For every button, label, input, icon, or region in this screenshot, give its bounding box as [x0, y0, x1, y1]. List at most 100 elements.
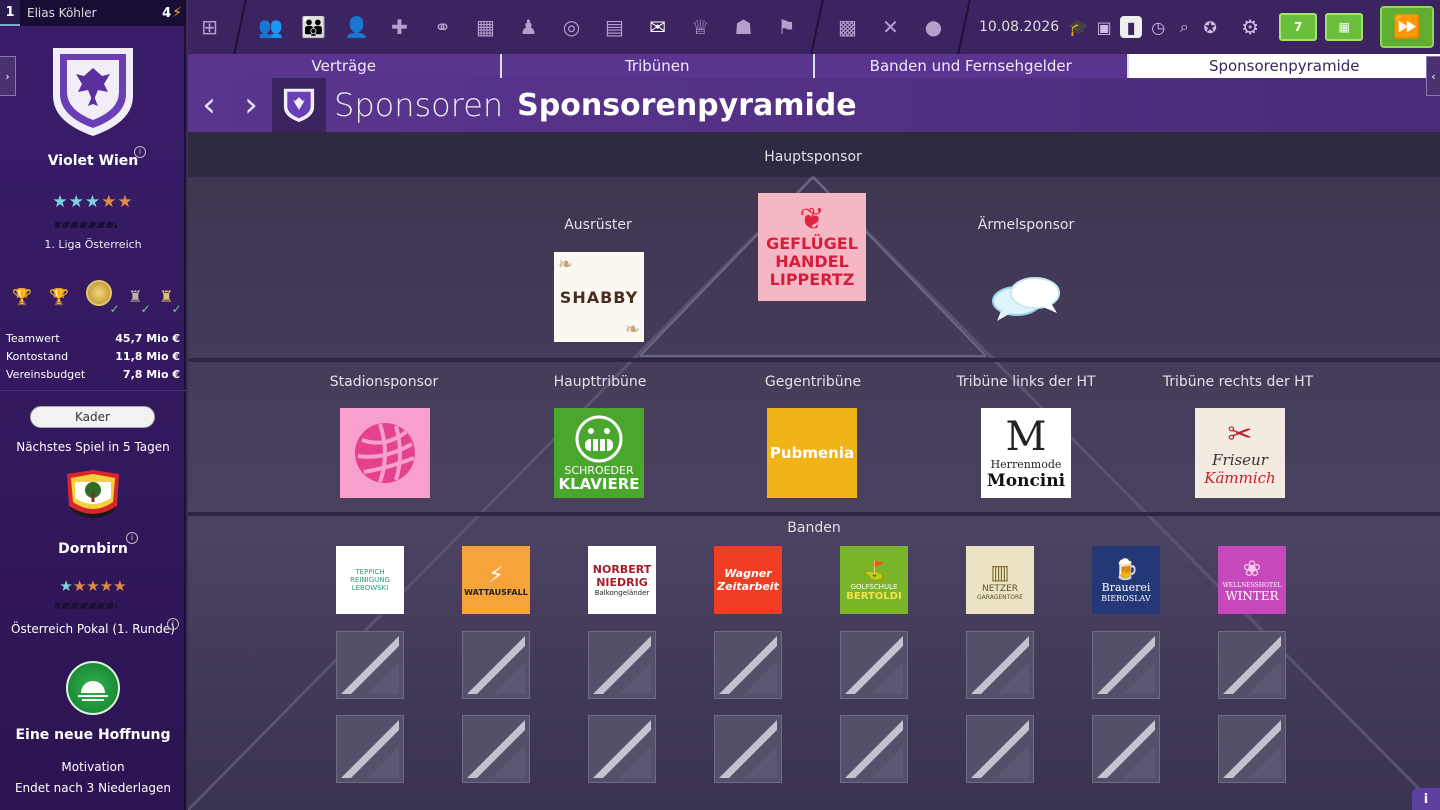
- empty-bande-slot[interactable]: [840, 631, 908, 699]
- staff-icon[interactable]: ♟: [507, 0, 550, 54]
- empty-bande-slot[interactable]: [1092, 631, 1160, 699]
- finance-row: Vereinsbudget 7,8 Mio €: [6, 365, 180, 383]
- calendar-day-button[interactable]: 7: [1279, 13, 1318, 41]
- gegentribuene-logo[interactable]: Pubmenia: [767, 408, 857, 498]
- bande-logo-7[interactable]: 🍺 Brauerei BIEROSLAV: [1092, 546, 1160, 614]
- empty-bande-slot[interactable]: [588, 715, 656, 783]
- right-panel-tab[interactable]: ‹: [1426, 56, 1440, 96]
- empty-bande-slot[interactable]: [966, 715, 1034, 783]
- finance-icon[interactable]: ▤: [593, 0, 636, 54]
- cup-icon: ♜ ✓: [159, 287, 182, 316]
- empty-bande-slot[interactable]: [336, 631, 404, 699]
- bande-logo-8[interactable]: ❀ WELLNESSHOTEL WINTER: [1218, 546, 1286, 614]
- star-icon: ★: [113, 577, 127, 595]
- empty-bande-slot[interactable]: [462, 631, 530, 699]
- empty-bande-slot[interactable]: [840, 715, 908, 783]
- opponent-crest[interactable]: [63, 468, 123, 524]
- medical-icon[interactable]: ✚: [378, 0, 421, 54]
- empty-slot-icon: [1223, 636, 1281, 694]
- ausruester-logo[interactable]: ❧ ❧ SHABBY: [554, 252, 644, 342]
- gear-icon[interactable]: ⚙: [1237, 15, 1263, 39]
- press-icon[interactable]: ☗: [722, 0, 765, 54]
- tab-tribuenen[interactable]: Tribünen: [502, 54, 815, 78]
- tactics-icon[interactable]: ✕: [869, 0, 912, 54]
- opponent-name[interactable]: Dornbirn: [0, 541, 186, 557]
- empty-bande-slot[interactable]: [714, 715, 782, 783]
- player-icon[interactable]: 👤: [335, 0, 378, 54]
- star-icon: ★: [101, 192, 118, 212]
- team-icon[interactable]: 👥: [249, 0, 292, 54]
- haupttribuene-logo[interactable]: SCHROEDER KLAVIERE: [554, 408, 644, 498]
- merchandise-icon[interactable]: ♕: [679, 0, 722, 54]
- empty-slot-icon: [467, 636, 525, 694]
- sponsor-text: Brauerei: [1101, 581, 1151, 594]
- tribuene-rechts-logo[interactable]: ✂ Friseur Kämmich: [1195, 408, 1285, 498]
- tactics-board-icon[interactable]: ▩: [826, 0, 869, 54]
- coach-icon[interactable]: ●: [912, 0, 955, 54]
- morale-title: Eine neue Hoffnung: [15, 727, 171, 743]
- opponent-info-icon[interactable]: i: [126, 532, 138, 544]
- sponsor-text: WINTER: [1225, 589, 1279, 603]
- calendar-icon[interactable]: ▦: [464, 0, 507, 54]
- board-icon[interactable]: ▣: [1091, 18, 1117, 37]
- empty-bande-slot[interactable]: [1092, 715, 1160, 783]
- finance-label: Teamwert: [6, 331, 60, 345]
- tab-banden[interactable]: Banden und Fernsehgelder: [815, 54, 1129, 78]
- club-crest[interactable]: [48, 44, 138, 138]
- stadionsponsor-logo[interactable]: [340, 408, 430, 498]
- club-name[interactable]: Violet Wien: [0, 153, 186, 169]
- bande-logo-3[interactable]: NORBERT NIEDRIG Balkongeländer: [588, 546, 656, 614]
- sidebar-collapse-tab[interactable]: ›: [0, 56, 16, 96]
- statistics-icon[interactable]: ▮: [1120, 16, 1143, 38]
- search-icon[interactable]: ⌕: [1171, 17, 1197, 37]
- info-icon[interactable]: i: [1412, 788, 1440, 810]
- sponsor-pyramid: Hauptsponsor Ausrüster Ärmelsponsor ❦ GE…: [188, 132, 1440, 810]
- bande-logo-2[interactable]: ⚡ WATTAUSFALL: [462, 546, 530, 614]
- empty-slot-icon: [845, 636, 903, 694]
- desk-icon[interactable]: ⊞: [188, 0, 231, 54]
- empty-bande-slot[interactable]: [588, 631, 656, 699]
- forward-arrow-icon[interactable]: ›: [230, 78, 272, 132]
- tribuene-links-logo[interactable]: M Herrenmode Moncini: [981, 408, 1071, 498]
- stadium-icon[interactable]: ◎: [550, 0, 593, 54]
- squad-icon[interactable]: 👪: [292, 0, 335, 54]
- stopwatch-icon[interactable]: ◷: [1145, 18, 1171, 37]
- tab-sponsorenpyramide[interactable]: Sponsorenpyramide: [1128, 54, 1440, 78]
- tab-vertraege[interactable]: Verträge: [188, 54, 502, 78]
- manager-bar[interactable]: 1 Elias Köhler 4 ⚡: [0, 0, 186, 26]
- header-club-crest[interactable]: [272, 78, 326, 132]
- achievement-icon[interactable]: ✪: [1197, 18, 1223, 37]
- empty-slot-icon: [971, 636, 1029, 694]
- yarn-ball-icon: [355, 423, 415, 483]
- sponsor-text: NORBERT: [592, 563, 652, 576]
- competition-info-icon[interactable]: i: [167, 618, 179, 630]
- training-icon[interactable]: ⚑: [765, 0, 808, 54]
- empty-bande-slot[interactable]: [462, 715, 530, 783]
- empty-bande-slot[interactable]: [714, 631, 782, 699]
- trophy-row: 🏆 🏆 ✓ ♜ ✓ ♜ ✓: [0, 280, 186, 316]
- bande-logo-1[interactable]: TEPPICH REINIGUNG LEBOWSKI: [336, 546, 404, 614]
- empty-bande-slot[interactable]: [1218, 715, 1286, 783]
- aermelsponsor-empty-slot[interactable]: [982, 252, 1072, 342]
- energy-counter: 4 ⚡: [162, 5, 186, 21]
- back-arrow-icon[interactable]: ‹: [188, 78, 230, 132]
- calendar-month-button[interactable]: ▦: [1325, 13, 1364, 41]
- empty-bande-slot[interactable]: [966, 631, 1034, 699]
- sponsor-icon[interactable]: ✉: [636, 0, 679, 54]
- hauptsponsor-logo[interactable]: ❦ GEFLÜGEL HANDEL LIPPERTZ: [758, 193, 866, 301]
- medal-icon: ✓: [85, 280, 120, 316]
- club-info-icon[interactable]: i: [134, 146, 146, 158]
- sponsor-text: Zeitarbeit: [717, 580, 779, 593]
- ausruester-label: Ausrüster: [564, 217, 632, 233]
- bande-logo-5[interactable]: ⛳ GOLFSCHULE BERTOLDI: [840, 546, 908, 614]
- bande-logo-6[interactable]: ▥ NETZER GARAGENTORE: [966, 546, 1034, 614]
- scouting-icon[interactable]: ⚭: [421, 0, 464, 54]
- sunrise-icon[interactable]: [66, 661, 120, 715]
- graduation-icon[interactable]: 🎓: [1065, 18, 1091, 37]
- kader-button[interactable]: Kader: [30, 406, 155, 428]
- sponsor-text: REINIGUNG: [350, 576, 390, 584]
- empty-bande-slot[interactable]: [1218, 631, 1286, 699]
- continue-button[interactable]: ⏩: [1380, 6, 1434, 48]
- empty-bande-slot[interactable]: [336, 715, 404, 783]
- bande-logo-4[interactable]: Wagner Zeitarbeit: [714, 546, 782, 614]
